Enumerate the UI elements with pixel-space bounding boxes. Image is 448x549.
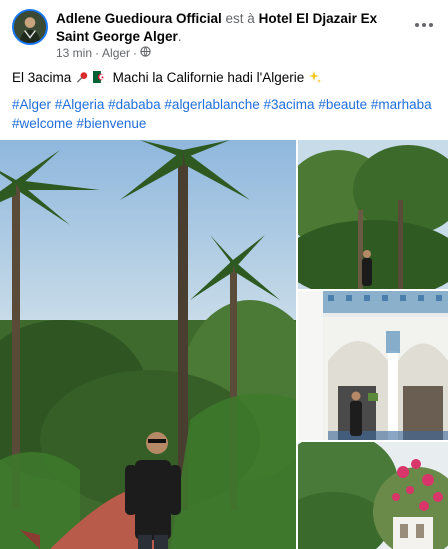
hashtag-link[interactable]: #algerlablanche [164,97,259,112]
photo-bougainvillea[interactable] [298,442,448,549]
photo-grid [0,140,448,549]
more-options-icon[interactable] [412,17,436,33]
meta-separator: · [95,46,100,60]
globe-icon [140,46,151,60]
hashtag-link[interactable]: #Alger [12,97,51,112]
author-avatar[interactable] [12,9,48,45]
author-line: Adlene Guedioura Official est à Hotel El… [56,10,396,46]
hashtag-link[interactable]: #welcome [12,116,73,131]
photo-main-garden[interactable] [0,140,296,549]
hashtag-list: #Alger #Algeria #dababa #algerlablanche … [12,95,440,133]
caption-text-1: El 3acima [12,70,72,85]
hashtag-link[interactable]: #bienvenue [77,116,147,131]
hashtag-link[interactable]: #marhaba [371,97,432,112]
post-caption: El 3acima Machi la Californie hadi l'Alg… [12,69,322,87]
at-text: est à [225,11,255,26]
author-name[interactable]: Adlene Guedioura Official [56,11,222,26]
hashtag-link[interactable]: #3acima [264,97,315,112]
hashtag-link[interactable]: #beaute [318,97,367,112]
timestamp[interactable]: 13 min [56,46,92,60]
sparkles-icon [308,70,322,85]
post-meta: 13 min · Alger · [56,46,151,60]
post-header: Adlene Guedioura Official est à Hotel El… [12,9,436,61]
photo-trees[interactable] [298,140,448,289]
hashtag-link[interactable]: #Algeria [55,97,105,112]
location-text[interactable]: Alger [102,46,130,60]
caption-text-2: Machi la Californie hadi l'Algerie [112,70,305,85]
algeria-flag-icon [92,70,113,85]
hashtag-link[interactable]: #dababa [108,97,161,112]
meta-separator: · [133,46,138,60]
photo-moorish-arches[interactable] [298,291,448,440]
pushpin-icon [75,70,93,85]
period: . [177,29,182,44]
